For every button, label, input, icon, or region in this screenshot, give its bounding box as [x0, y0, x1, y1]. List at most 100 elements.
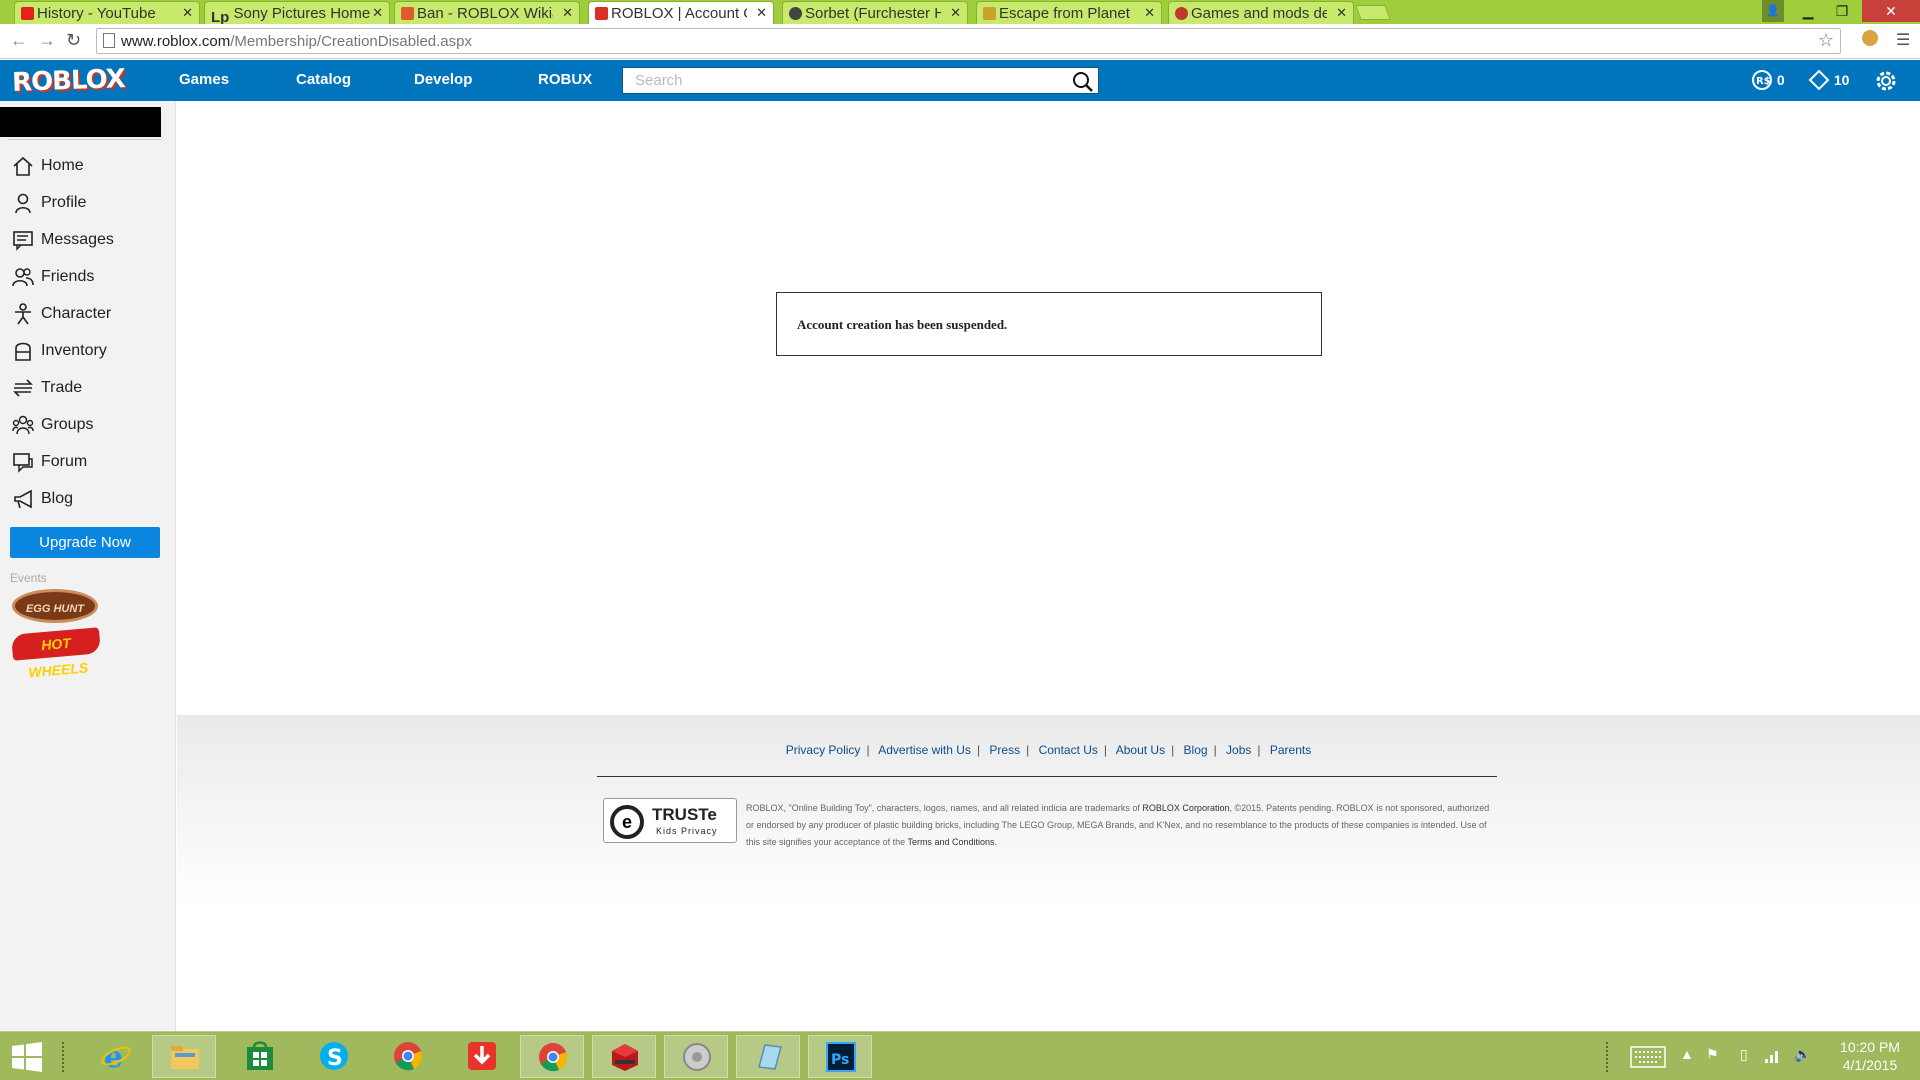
tab-games-mods[interactable]: Games and mods de ✕ — [1168, 1, 1354, 24]
robux-icon: R$ — [1752, 70, 1772, 90]
tab-roblox-account[interactable]: ROBLOX | Account C ✕ — [588, 1, 774, 25]
battery-icon[interactable]: ▯ — [1740, 1046, 1748, 1063]
tickets-balance[interactable]: 10 — [1808, 69, 1849, 91]
paper-sheet-icon — [758, 1044, 782, 1070]
sidebar-item-trade[interactable]: Trade — [10, 374, 165, 404]
sidebar-item-messages[interactable]: Messages — [10, 226, 165, 256]
bookmark-star-icon[interactable]: ☆ — [1818, 30, 1834, 51]
taskbar-store[interactable] — [228, 1035, 292, 1078]
new-tab-button[interactable] — [1355, 5, 1391, 20]
truste-seal-icon: e — [610, 805, 644, 839]
username-bar[interactable] — [0, 107, 161, 137]
sidebar-item-blog[interactable]: Blog — [10, 485, 165, 515]
reload-icon[interactable]: ↻ — [66, 30, 81, 51]
tab-youtube-history[interactable]: History - YouTube ✕ — [14, 1, 200, 24]
windows-start-icon[interactable] — [12, 1042, 42, 1072]
tab-sorbet[interactable]: Sorbet (Furchester H ✕ — [782, 1, 968, 24]
close-window-button[interactable]: ✕ — [1862, 0, 1920, 22]
sidebar-item-character[interactable]: Character — [10, 300, 165, 330]
chrome-menu-icon[interactable]: ☰ — [1896, 30, 1910, 50]
taskbar-chrome[interactable] — [376, 1035, 440, 1078]
person-favicon-icon — [789, 7, 802, 20]
browser-profile-icon[interactable]: 👤 — [1762, 0, 1784, 22]
forward-arrow-icon[interactable]: → — [38, 30, 56, 51]
taskbar-notes-app[interactable] — [736, 1035, 800, 1078]
taskbar-media-app[interactable] — [664, 1035, 728, 1078]
close-tab-icon[interactable]: ✕ — [1144, 5, 1155, 21]
truste-badge[interactable]: e TRUSTe Kids Privacy — [603, 798, 737, 843]
close-tab-icon[interactable]: ✕ — [950, 5, 961, 21]
roblox-favicon-icon — [595, 7, 608, 20]
chrome-icon — [394, 1042, 423, 1071]
footer-link-advertise[interactable]: Advertise with Us — [878, 743, 971, 757]
footer-link-parents[interactable]: Parents — [1270, 743, 1311, 757]
close-tab-icon[interactable]: ✕ — [1336, 5, 1347, 21]
event-egg-hunt-logo[interactable]: EGG HUNT — [12, 589, 98, 623]
taskbar-internet-explorer[interactable]: e — [84, 1035, 148, 1078]
network-signal-icon[interactable] — [1764, 1046, 1782, 1064]
footer-link-about[interactable]: About Us — [1116, 743, 1165, 757]
back-arrow-icon[interactable]: ← — [10, 30, 28, 51]
taskbar-grip — [62, 1042, 68, 1072]
taskbar-photoshop[interactable]: Ps — [808, 1035, 872, 1078]
trade-icon — [13, 379, 33, 397]
character-icon — [15, 303, 31, 325]
close-tab-icon[interactable]: ✕ — [182, 5, 193, 21]
restore-button[interactable]: ❐ — [1828, 0, 1856, 22]
event-hot-wheels-logo[interactable]: HOT WHEELS — [11, 627, 101, 680]
svg-text:e: e — [104, 1040, 123, 1072]
close-tab-icon[interactable]: ✕ — [756, 5, 767, 21]
taskbar-chrome-active[interactable] — [520, 1035, 584, 1078]
sidebar-item-friends[interactable]: Friends — [10, 263, 165, 293]
sidebar-item-home[interactable]: Home — [10, 152, 165, 182]
taskbar-clock[interactable]: 10:20 PM 4/1/2015 — [1820, 1038, 1920, 1074]
sidebar-item-inventory[interactable]: Inventory — [10, 337, 165, 367]
action-center-flag-icon[interactable]: ⚑ — [1706, 1046, 1719, 1063]
terms-link[interactable]: Terms and Conditions — [907, 837, 994, 847]
close-tab-icon[interactable]: ✕ — [372, 5, 383, 21]
footer-link-contact[interactable]: Contact Us — [1039, 743, 1098, 757]
close-tab-icon[interactable]: ✕ — [562, 5, 573, 21]
robux-balance[interactable]: R$ 0 — [1751, 69, 1785, 91]
extension-cookie-icon[interactable] — [1862, 30, 1878, 46]
sidebar-item-forum[interactable]: Forum — [10, 448, 165, 478]
touch-keyboard-icon[interactable] — [1630, 1046, 1666, 1068]
tickets-icon — [1808, 69, 1830, 91]
friends-icon — [12, 268, 34, 287]
minimize-button[interactable]: ▁ — [1794, 0, 1822, 22]
roblox-studio-icon — [612, 1044, 638, 1071]
tab-sony-pictures[interactable]: Lp Sony Pictures Home ✕ — [204, 1, 390, 24]
tab-escape-planet[interactable]: Escape from Planet E ✕ — [976, 1, 1162, 24]
footer-link-jobs[interactable]: Jobs — [1226, 743, 1251, 757]
footer-link-blog[interactable]: Blog — [1184, 743, 1208, 757]
taskbar-downloader[interactable] — [450, 1035, 514, 1078]
search-icon[interactable] — [1072, 71, 1094, 93]
nav-develop[interactable]: Develop — [414, 71, 472, 88]
upgrade-now-button[interactable]: Upgrade Now — [10, 527, 160, 558]
store-bag-icon — [247, 1041, 273, 1070]
taskbar-skype[interactable]: S — [302, 1035, 366, 1078]
taskbar-roblox-studio[interactable] — [592, 1035, 656, 1078]
footer-link-privacy[interactable]: Privacy Policy — [786, 743, 861, 757]
nav-robux[interactable]: ROBUX — [538, 71, 592, 88]
tab-roblox-wikia[interactable]: Ban - ROBLOX Wikia ✕ — [394, 1, 580, 24]
search-input[interactable] — [623, 68, 1063, 93]
volume-speaker-icon[interactable]: 🔈 — [1794, 1046, 1811, 1063]
settings-gear-icon[interactable] — [1873, 68, 1899, 94]
folder-icon — [171, 1046, 199, 1069]
address-bar[interactable]: www.roblox.com/Membership/CreationDisabl… — [96, 28, 1841, 54]
roblox-corp-link[interactable]: ROBLOX Corporation — [1142, 803, 1229, 813]
show-hidden-icons-icon[interactable]: ▲ — [1680, 1046, 1694, 1062]
footer-divider — [597, 776, 1497, 777]
nav-catalog[interactable]: Catalog — [296, 71, 351, 88]
sidebar-item-groups[interactable]: Groups — [10, 411, 165, 441]
footer-link-press[interactable]: Press — [989, 743, 1020, 757]
home-icon — [13, 156, 33, 176]
lp-favicon-icon: Lp — [211, 9, 230, 24]
events-label: Events — [10, 571, 47, 585]
svg-text:S: S — [327, 1046, 343, 1071]
nav-games[interactable]: Games — [179, 71, 229, 88]
sidebar-item-profile[interactable]: Profile — [10, 189, 165, 219]
taskbar-file-explorer[interactable] — [152, 1035, 216, 1078]
roblox-logo[interactable]: ROBLOX — [12, 64, 126, 98]
